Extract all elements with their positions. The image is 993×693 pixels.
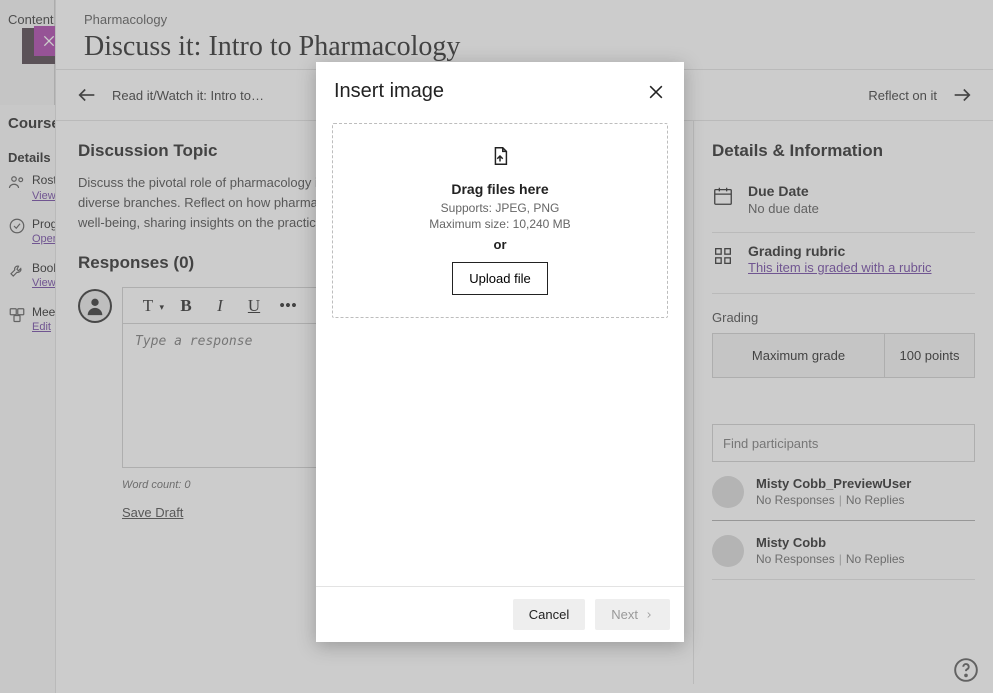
upload-file-button[interactable]: Upload file bbox=[452, 262, 547, 295]
insert-image-modal: Insert image Drag files here Supports: J… bbox=[316, 62, 684, 642]
file-dropzone[interactable]: Drag files here Supports: JPEG, PNG Maxi… bbox=[332, 123, 668, 318]
dropzone-heading: Drag files here bbox=[343, 181, 657, 197]
next-button[interactable]: Next bbox=[595, 599, 670, 630]
cancel-button[interactable]: Cancel bbox=[513, 599, 585, 630]
modal-title: Insert image bbox=[334, 80, 444, 103]
dropzone-or: or bbox=[343, 237, 657, 252]
dropzone-maxsize: Maximum size: 10,240 MB bbox=[343, 217, 657, 231]
file-upload-icon bbox=[489, 144, 511, 168]
modal-close-button[interactable] bbox=[646, 82, 666, 102]
dropzone-supports: Supports: JPEG, PNG bbox=[343, 201, 657, 215]
chevron-right-icon bbox=[644, 610, 654, 620]
